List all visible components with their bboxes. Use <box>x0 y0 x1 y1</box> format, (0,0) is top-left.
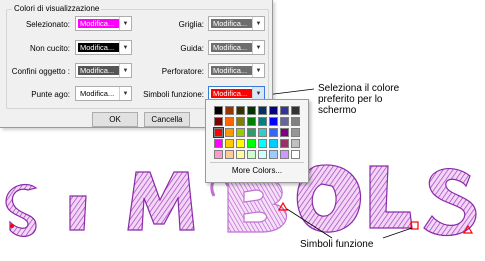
letter-s-1 <box>5 183 38 237</box>
guide-color-picker[interactable]: Modifica... ▼ <box>208 40 265 55</box>
group-title: Colori di visualizzazione <box>12 4 102 13</box>
callout-line: schermo <box>318 105 357 116</box>
palette-color-cell[interactable] <box>247 117 256 126</box>
letter-m <box>127 171 195 231</box>
palette-color-cell[interactable] <box>258 128 267 137</box>
symbols-leader-line <box>382 227 413 239</box>
letter-b <box>227 177 288 233</box>
palette-color-cell[interactable] <box>291 150 300 159</box>
palette-color-cell[interactable] <box>213 127 224 138</box>
palette-color-cell[interactable] <box>291 139 300 148</box>
palette-color-cell[interactable] <box>225 139 234 148</box>
object-outline-swatch: Modifica... <box>78 66 119 75</box>
needle-points-label: Punte ago: <box>31 90 70 99</box>
cancel-button[interactable]: Cancella <box>144 112 190 127</box>
selected-swatch: Modifica... <box>78 19 119 28</box>
chevron-down-icon[interactable]: ▼ <box>119 17 131 30</box>
palette-color-cell[interactable] <box>225 150 234 159</box>
chevron-down-icon[interactable]: ▼ <box>252 64 264 77</box>
palette-color-cell[interactable] <box>214 106 223 115</box>
palette-color-cell[interactable] <box>214 150 223 159</box>
selected-label: Selezionato: <box>25 20 70 29</box>
needle-points-color-picker[interactable]: Modifica... ▼ <box>75 86 132 101</box>
palette-color-cell[interactable] <box>258 150 267 159</box>
grid-label: Griglia: <box>178 20 204 29</box>
perforator-color-picker[interactable]: Modifica... ▼ <box>208 63 265 78</box>
palette-color-cell[interactable] <box>269 139 278 148</box>
guide-label: Guida: <box>180 44 204 53</box>
more-colors-button[interactable]: More Colors... <box>206 166 308 175</box>
palette-color-cell[interactable] <box>225 106 234 115</box>
palette-color-cell[interactable] <box>236 128 245 137</box>
chevron-down-icon[interactable]: ▼ <box>119 64 131 77</box>
palette-color-cell[interactable] <box>236 106 245 115</box>
palette-color-cell[interactable] <box>269 117 278 126</box>
perforator-label: Perforatore: <box>161 67 204 76</box>
unstitched-label: Non cucito: <box>29 44 70 53</box>
function-symbol-dot <box>10 224 14 228</box>
unstitched-swatch: Modifica... <box>78 43 119 52</box>
ok-button[interactable]: OK <box>92 112 138 127</box>
palette-color-cell[interactable] <box>236 117 245 126</box>
guide-swatch: Modifica... <box>211 43 252 52</box>
palette-color-cell[interactable] <box>280 150 289 159</box>
grid-color-picker[interactable]: Modifica... ▼ <box>208 16 265 31</box>
chevron-down-icon[interactable]: ▼ <box>252 41 264 54</box>
callout-text: Seleziona il colore preferito per lo sch… <box>318 83 468 116</box>
palette-color-cell[interactable] <box>225 128 234 137</box>
palette-color-cell[interactable] <box>291 128 300 137</box>
object-outline-label: Confini oggetto : <box>11 67 70 76</box>
palette-color-cell[interactable] <box>291 106 300 115</box>
palette-color-cell[interactable] <box>247 139 256 148</box>
palette-color-cell[interactable] <box>258 106 267 115</box>
color-palette-popup: More Colors... <box>205 99 309 183</box>
chevron-down-icon[interactable]: ▼ <box>252 17 264 30</box>
function-symbols-label: Simboli funzione: <box>143 90 204 99</box>
letter-i <box>69 195 87 231</box>
callout-leader-line <box>265 88 315 96</box>
palette-color-cell[interactable] <box>280 117 289 126</box>
palette-color-cell[interactable] <box>247 150 256 159</box>
palette-color-cell[interactable] <box>258 139 267 148</box>
function-symbols-swatch: Modifica... <box>211 89 252 98</box>
palette-color-cell[interactable] <box>225 117 234 126</box>
palette-color-cell[interactable] <box>280 106 289 115</box>
palette-color-cell[interactable] <box>280 128 289 137</box>
palette-color-cell[interactable] <box>269 106 278 115</box>
grid-swatch: Modifica... <box>211 19 252 28</box>
palette-color-cell[interactable] <box>247 128 256 137</box>
selected-color-picker[interactable]: Modifica... ▼ <box>75 16 132 31</box>
palette-color-cell[interactable] <box>269 150 278 159</box>
palette-color-cell[interactable] <box>214 139 223 148</box>
symbols-caption: Simboli funzione <box>300 239 374 250</box>
needle-points-swatch: Modifica... <box>78 89 119 98</box>
perforator-swatch: Modifica... <box>211 66 252 75</box>
letter-l <box>369 165 413 229</box>
object-outline-color-picker[interactable]: Modifica... ▼ <box>75 63 132 78</box>
palette-color-cell[interactable] <box>280 139 289 148</box>
divider <box>210 162 304 163</box>
palette-color-cell[interactable] <box>247 106 256 115</box>
palette-color-cell[interactable] <box>258 117 267 126</box>
palette-color-cell[interactable] <box>236 150 245 159</box>
palette-color-cell[interactable] <box>291 117 300 126</box>
chevron-down-icon[interactable]: ▼ <box>119 41 131 54</box>
callout-line: preferito per lo <box>318 94 383 105</box>
callout-line: Seleziona il colore <box>318 83 400 94</box>
unstitched-color-picker[interactable]: Modifica... ▼ <box>75 40 132 55</box>
palette-color-cell[interactable] <box>214 117 223 126</box>
palette-color-cell[interactable] <box>269 128 278 137</box>
palette-color-cell[interactable] <box>236 139 245 148</box>
